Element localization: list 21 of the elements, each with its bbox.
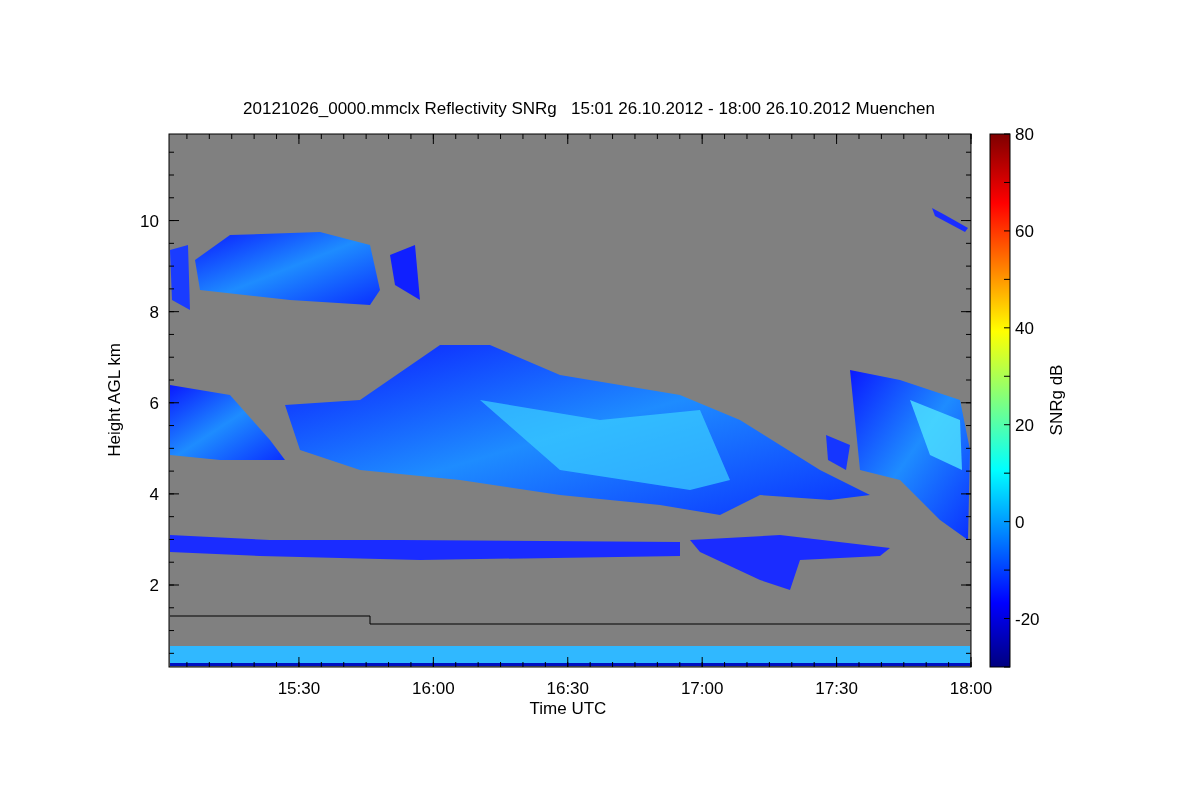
x-tick-label: 16:00 xyxy=(412,679,455,698)
colorbar-tick-label: 20 xyxy=(1015,415,1034,435)
y-tick-label: 4 xyxy=(149,484,159,504)
x-tick-label: 18:00 xyxy=(949,679,993,698)
y-tick-label: 2 xyxy=(149,576,159,595)
colorbar-label: SNRg dB xyxy=(1047,364,1066,436)
x-axis-label: Time UTC xyxy=(529,699,607,718)
colorbar-tick-label: 40 xyxy=(1015,318,1034,338)
y-axis-label: Height AGL km xyxy=(105,343,124,457)
colorbar-tick-label: 60 xyxy=(1015,221,1034,241)
colorbar-tick-label: 80 xyxy=(1015,125,1034,144)
colorbar-tick-label: 0 xyxy=(1015,512,1025,532)
colorbar-tick-label: -20 xyxy=(1015,609,1040,629)
plot-title: 20121026_0000.mmclx Reflectivity SNRg 15:01 26.10.2012 - 18:00 26.10.2012 Muenchen xyxy=(243,99,935,118)
y-tick-label: 6 xyxy=(149,393,159,413)
y-tick-label: 10 xyxy=(140,211,159,231)
x-tick-label: 17:00 xyxy=(680,679,724,698)
x-tick-label: 16:30 xyxy=(546,679,590,698)
x-tick-label: 17:30 xyxy=(815,679,858,698)
x-tick-label: 15:30 xyxy=(277,679,321,698)
y-tick-label: 8 xyxy=(149,302,159,322)
